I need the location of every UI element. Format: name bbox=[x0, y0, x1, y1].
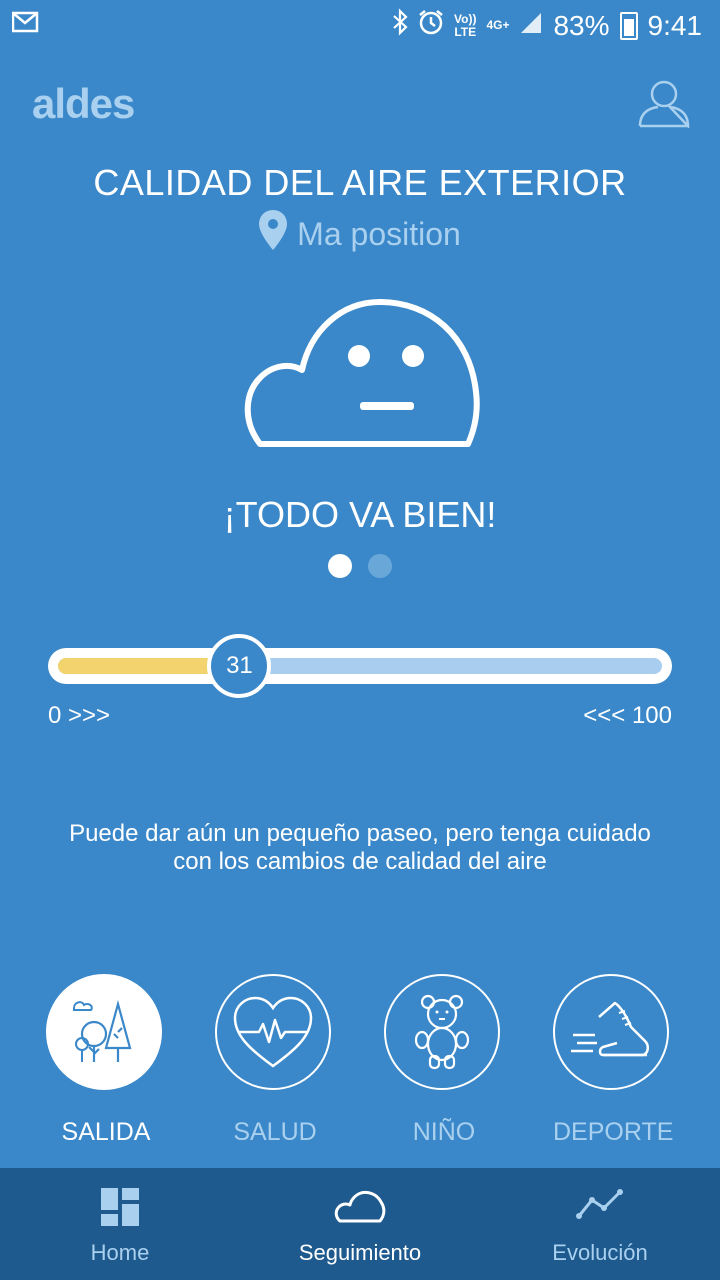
location-pin-icon bbox=[259, 210, 288, 258]
neutral-cloud-face-icon bbox=[240, 296, 480, 453]
cloud-icon bbox=[240, 1188, 480, 1224]
aldes-logo: aldes bbox=[32, 80, 135, 127]
gauge-max-label: <<< 100 bbox=[583, 702, 672, 729]
page-indicator[interactable] bbox=[0, 554, 720, 578]
user-icon[interactable] bbox=[636, 78, 692, 133]
category-salida[interactable]: SALIDA bbox=[46, 974, 166, 1147]
page-title: CALIDAD DEL AIRE EXTERIOR bbox=[93, 162, 627, 203]
outdoor-trees-icon[interactable] bbox=[46, 974, 162, 1090]
category-nino[interactable]: NIÑO bbox=[384, 974, 504, 1147]
network-type: 4G+ bbox=[486, 18, 510, 32]
air-quality-gauge: 31 bbox=[48, 634, 672, 698]
location-label: Ma position bbox=[297, 215, 461, 252]
nav-label: Home bbox=[90, 1240, 150, 1265]
battery-percent: 83% bbox=[553, 9, 610, 41]
page-dot-2[interactable] bbox=[368, 554, 392, 578]
status-bar: Vo)) LTE 4G+ 83% 9:41 bbox=[0, 0, 720, 50]
gauge-value-indicator: 31 bbox=[207, 634, 272, 698]
gauge-track bbox=[58, 658, 662, 674]
gauge-min-label: 0 >>> bbox=[48, 702, 111, 729]
heart-pulse-icon[interactable] bbox=[215, 974, 331, 1090]
trend-line-icon bbox=[480, 1188, 720, 1220]
running-shoe-icon[interactable] bbox=[553, 974, 669, 1090]
page-dot-1[interactable] bbox=[328, 554, 352, 578]
mail-icon bbox=[11, 10, 40, 39]
air-status-message: ¡TODO VA BIEN! bbox=[223, 494, 497, 535]
category-label: NIÑO bbox=[412, 1118, 476, 1146]
nav-home[interactable]: Home bbox=[0, 1168, 240, 1280]
signal-icon bbox=[519, 10, 543, 42]
dashboard-icon bbox=[0, 1188, 240, 1226]
advice-text: Puede dar aún un pequeño paseo, pero ten… bbox=[60, 820, 660, 876]
nav-label: Evolución bbox=[552, 1240, 648, 1265]
bluetooth-icon bbox=[392, 8, 408, 43]
category-deporte[interactable]: DEPORTE bbox=[553, 974, 673, 1147]
teddy-bear-icon[interactable] bbox=[384, 974, 500, 1090]
category-label: SALUD bbox=[233, 1118, 317, 1146]
bottom-navigation: Home Seguimiento Evolución bbox=[0, 1168, 720, 1280]
location-selector[interactable]: Ma position bbox=[0, 210, 720, 258]
nav-seguimiento[interactable]: Seguimiento bbox=[240, 1168, 480, 1280]
nav-label: Seguimiento bbox=[298, 1240, 422, 1265]
volte-indicator: Vo)) LTE bbox=[454, 11, 477, 39]
category-salud[interactable]: SALUD bbox=[215, 974, 335, 1147]
category-label: SALIDA bbox=[61, 1118, 151, 1146]
advice-line-2: con los cambios de calidad del aire bbox=[173, 848, 547, 875]
clock: 9:41 bbox=[647, 9, 703, 41]
alarm-icon bbox=[418, 9, 444, 42]
battery-icon bbox=[619, 11, 638, 40]
advice-line-1: Puede dar aún un pequeño paseo, pero ten… bbox=[69, 820, 651, 847]
category-label: DEPORTE bbox=[553, 1118, 674, 1146]
nav-evolucion[interactable]: Evolución bbox=[480, 1168, 720, 1280]
